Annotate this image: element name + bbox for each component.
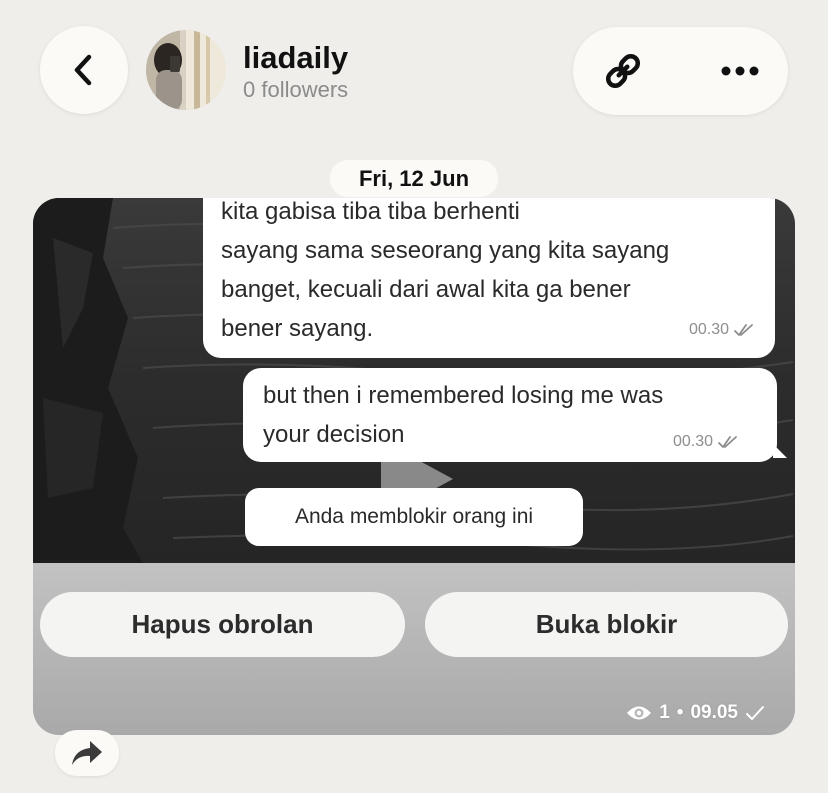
eye-icon	[627, 706, 652, 720]
link-icon	[605, 53, 641, 89]
channel-name[interactable]: liadaily	[243, 40, 348, 76]
more-options-button[interactable]	[711, 47, 769, 95]
copy-link-button[interactable]	[599, 47, 647, 95]
check-icon	[746, 706, 764, 720]
share-button[interactable]	[55, 730, 119, 776]
message-text: kita gabisa tiba tiba berhenti sayang sa…	[221, 198, 670, 342]
double-check-icon	[734, 324, 753, 336]
double-check-icon	[718, 436, 737, 448]
video-post[interactable]: kita gabisa tiba tiba berhenti sayang sa…	[33, 198, 795, 735]
delete-chat-button[interactable]: Hapus obrolan	[40, 592, 405, 657]
view-count: 1	[659, 702, 670, 723]
blocked-notice: Anda memblokir orang ini	[245, 488, 583, 546]
post-meta: 1 • 09.05	[626, 702, 765, 724]
share-arrow-icon	[72, 741, 102, 765]
message-timestamp: 00.30	[673, 433, 739, 451]
chevron-left-icon	[74, 54, 92, 86]
avatar[interactable]	[146, 30, 226, 110]
meta-separator: •	[676, 702, 684, 723]
message-bubble-received: kita gabisa tiba tiba berhenti sayang sa…	[203, 198, 775, 358]
more-horizontal-icon	[721, 66, 759, 76]
post-time: 09.05	[690, 702, 738, 723]
follower-count: 0 followers	[243, 77, 349, 102]
unblock-button[interactable]: Buka blokir	[425, 592, 788, 657]
bubble-tail	[773, 444, 787, 458]
header-actions	[573, 27, 788, 115]
message-timestamp: 00.30	[689, 321, 755, 339]
date-divider: Fri, 12 Jun	[330, 160, 498, 197]
message-text: but then i remembered losing me was your…	[263, 382, 664, 448]
back-button[interactable]	[40, 26, 128, 114]
